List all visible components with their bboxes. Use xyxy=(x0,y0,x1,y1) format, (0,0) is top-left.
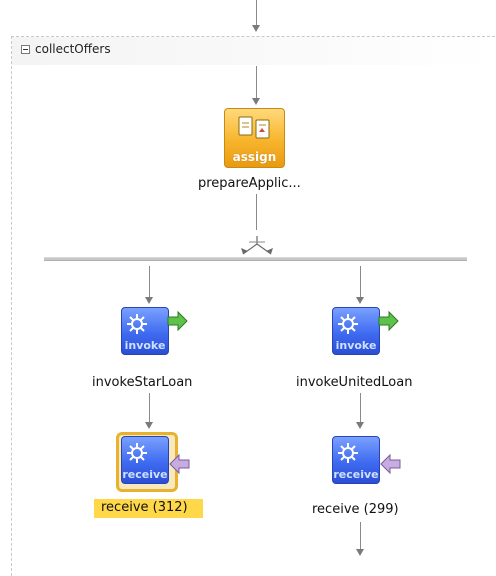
assign-activity[interactable]: assign xyxy=(224,108,285,168)
connector-right-to-invoke-arrowhead xyxy=(356,297,364,304)
purple-arrow-icon xyxy=(380,453,401,475)
receive-star-label: receive (312) xyxy=(101,500,188,515)
gear-icon xyxy=(127,314,147,334)
connector-to-assign xyxy=(256,66,257,99)
invoke-star-label: invokeStarLoan xyxy=(92,375,193,390)
connector-top xyxy=(256,0,257,26)
assign-icon-text: assign xyxy=(232,150,277,164)
connector-left-to-invoke-arrowhead xyxy=(145,297,153,304)
connector-left-to-invoke xyxy=(149,266,150,298)
receive-united-activity[interactable]: receive xyxy=(332,436,380,484)
receive-united-icon-text: receive xyxy=(333,468,379,481)
connector-assign-to-flow xyxy=(256,194,257,230)
assign-label: prepareApplic... xyxy=(198,176,301,191)
gear-icon xyxy=(127,443,147,463)
connector-top-arrowhead xyxy=(252,25,260,32)
bpel-canvas: collectOffers assign prepareApplic... in… xyxy=(0,0,496,576)
connector-right-out-arrowhead xyxy=(356,549,364,556)
gear-icon xyxy=(338,443,358,463)
invoke-star-icon-text: invoke xyxy=(124,339,166,352)
receive-united-label: receive (299) xyxy=(312,502,399,517)
connector-to-assign-arrowhead xyxy=(252,98,260,105)
connector-right-out xyxy=(360,522,361,550)
invoke-united-activity[interactable]: invoke xyxy=(332,307,380,355)
connector-right-to-invoke xyxy=(360,266,361,298)
connector-left-to-receive-arrowhead xyxy=(145,422,153,429)
scope-title: collectOffers xyxy=(35,42,111,56)
receive-star-activity[interactable]: receive xyxy=(121,436,169,484)
connector-right-to-receive-arrowhead xyxy=(356,422,364,429)
documents-icon xyxy=(238,116,270,139)
invoke-star-activity[interactable]: invoke xyxy=(121,307,169,355)
green-arrow-icon xyxy=(167,310,188,332)
flow-bar xyxy=(44,257,467,261)
connector-right-to-receive xyxy=(360,393,361,423)
purple-arrow-icon xyxy=(169,453,190,475)
connector-left-to-receive xyxy=(149,393,150,423)
collapse-icon[interactable] xyxy=(21,45,30,54)
invoke-united-icon-text: invoke xyxy=(335,339,377,352)
flow-split-icon xyxy=(241,236,273,255)
receive-star-icon-text: receive xyxy=(122,468,168,481)
gear-icon xyxy=(338,314,358,334)
green-arrow-icon xyxy=(378,310,399,332)
invoke-united-label: invokeUnitedLoan xyxy=(296,375,413,390)
